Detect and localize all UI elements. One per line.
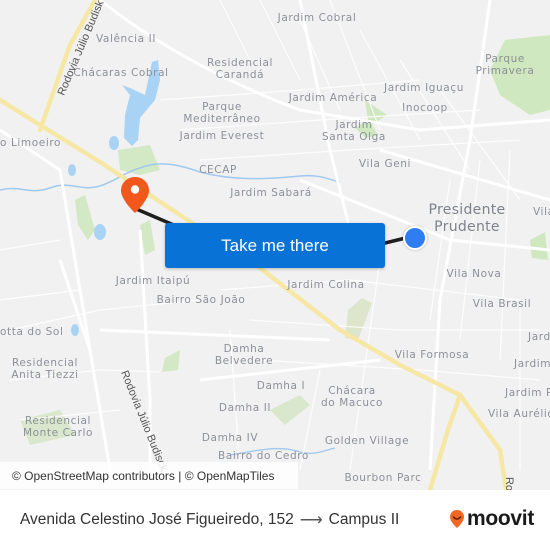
neighborhood-label: Bairro São João [156, 294, 246, 306]
park-area [162, 350, 180, 372]
pond [71, 324, 79, 336]
neighborhood-label: Damha I [256, 380, 306, 392]
park-area [530, 232, 548, 260]
origin-name: Avenida Celestino José Figueiredo, 152 [20, 511, 294, 528]
route-summary: Avenida Celestino José Figueiredo, 152 ⟶… [20, 510, 399, 530]
pond [68, 164, 76, 176]
neighborhood-label: Chácaras Cobral [73, 67, 169, 79]
destination-marker-icon[interactable] [403, 226, 427, 250]
neighborhood-label: Vila Brasil [472, 298, 532, 310]
neighborhood-label: Golden Village [324, 435, 410, 447]
neighborhood-label: Residencial Monte Carlo [22, 415, 94, 439]
neighborhood-label: Damha Belvedere [214, 343, 274, 367]
moovit-pin-icon [450, 510, 464, 528]
neighborhood-label: Valência II [95, 33, 157, 45]
neighborhood-label: Jardi [528, 331, 550, 343]
neighborhood-label: Bourbon Parc [344, 472, 422, 484]
city-label: Presidente Prudente [428, 202, 506, 235]
neighborhood-label: otta do Sol [0, 326, 64, 338]
road-label: Ro [503, 476, 516, 490]
park-area [270, 395, 310, 425]
neighborhood-label: Vila Aurélio [488, 408, 550, 420]
neighborhood-label: Chácara do Macuco [321, 385, 383, 409]
neighborhood-label: Parque Primavera [475, 53, 535, 77]
pond [94, 224, 106, 240]
neighborhood-label: Jardim [514, 358, 550, 370]
neighborhood-label: Damha II [218, 402, 272, 414]
neighborhood-label: Jardim Itaipú [115, 275, 191, 287]
neighborhood-label: Jardim Everest [179, 130, 265, 142]
map[interactable]: Jardim Cobral Valência II Chácaras Cobra… [0, 0, 550, 490]
moovit-wordmark: moovit [467, 507, 535, 530]
neighborhood-label: Jardim América [288, 92, 378, 104]
neighborhood-label: Vila Formosa [394, 349, 470, 361]
take-me-there-button[interactable]: Take me there [165, 223, 385, 268]
neighborhood-label: o Limoeiro [0, 137, 62, 149]
neighborhood-label: Vila Nova [446, 268, 502, 280]
origin-marker-icon[interactable] [120, 176, 150, 214]
moovit-logo[interactable]: moovit [449, 507, 534, 531]
neighborhood-label: Jardim Santa Olga [322, 119, 386, 143]
neighborhood-label: Jardim Colina [287, 279, 365, 291]
neighborhood-label: Jardim Cobral [277, 12, 357, 24]
footer: Avenida Celestino José Figueiredo, 152 ⟶… [0, 490, 550, 550]
destination-name: Campus II [328, 511, 400, 528]
neighborhood-label: Residencial Anita Tiezzi [11, 357, 79, 381]
neighborhood-label: CECAP [199, 164, 237, 176]
map-attribution[interactable]: © OpenStreetMap contributors | © OpenMap… [0, 462, 298, 489]
neighborhood-label: Bairro do Cedro [218, 450, 309, 462]
neighborhood-label: Parque Mediterrâneo [183, 101, 261, 125]
neighborhood-label: Jardim Iguaçu [384, 82, 464, 94]
neighborhood-label: Jardim P [505, 387, 550, 399]
neighborhood-label: Damha IV [201, 432, 259, 444]
pond [109, 136, 119, 150]
park-area [118, 145, 160, 175]
neighborhood-label: Residencial Carandá [206, 57, 274, 81]
park-area [75, 195, 95, 240]
neighborhood-label: Vila [533, 206, 550, 218]
neighborhood-label: Jardim Sabará [230, 187, 312, 199]
neighborhood-label: Inocoop [402, 102, 448, 114]
neighborhood-label: Vila Geni [358, 158, 412, 170]
arrow-right-icon: ⟶ [299, 512, 323, 529]
